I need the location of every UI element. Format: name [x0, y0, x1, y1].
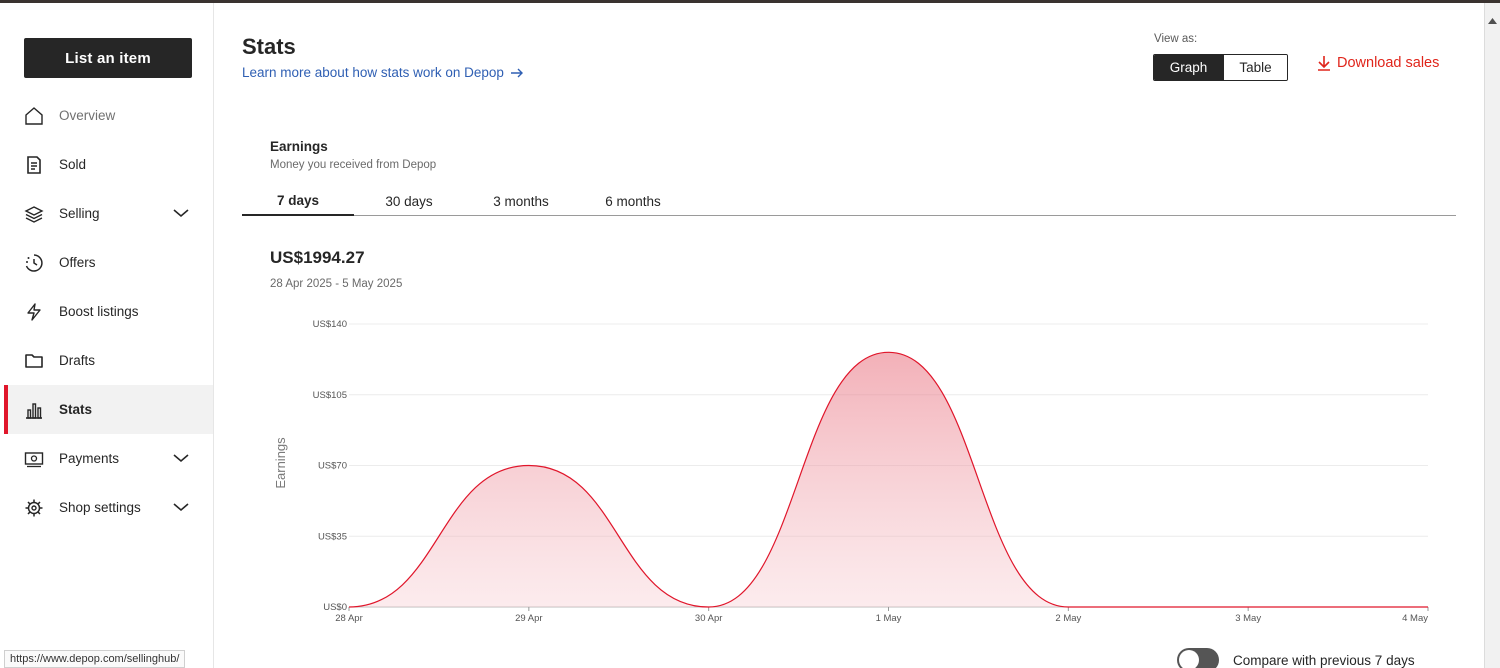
date-range: 28 Apr 2025 - 5 May 2025 [270, 278, 403, 290]
folder-icon [24, 351, 44, 371]
x-tick-label: 1 May [876, 613, 902, 624]
status-url: https://www.depop.com/sellinghub/ [4, 650, 186, 668]
lightning-icon [24, 302, 44, 322]
period-tabs: 7 days 30 days 3 months 6 months [242, 187, 1456, 216]
home-icon [24, 106, 44, 126]
arrow-right-icon [510, 68, 523, 77]
sidebar-item-label: Drafts [59, 353, 96, 368]
x-tick-label: 30 Apr [695, 613, 722, 624]
sidebar-item-label: Selling [59, 206, 100, 221]
sidebar-item-shop-settings[interactable]: Shop settings [4, 483, 213, 532]
sidebar-item-offers[interactable]: Offers [4, 238, 213, 287]
graph-view-button[interactable]: Graph [1154, 55, 1223, 80]
bar-chart-icon [24, 400, 44, 420]
earnings-total: US$1994.27 [270, 248, 365, 267]
table-view-button[interactable]: Table [1223, 55, 1287, 80]
x-tick-label: 28 Apr [335, 613, 362, 624]
sidebar-item-stats[interactable]: Stats [4, 385, 213, 434]
tab-3-months[interactable]: 3 months [474, 187, 568, 216]
download-sales-button[interactable]: Download sales [1316, 55, 1439, 71]
earnings-chart: US$0 US$35 US$70 US$105 US$140 28 Apr 29 Apr 3… [273, 319, 1429, 624]
y-tick-label: US$140 [313, 319, 347, 330]
sidebar-item-sold[interactable]: Sold [4, 140, 213, 189]
y-axis-label: Earnings [273, 437, 288, 489]
sidebar-item-drafts[interactable]: Drafts [4, 336, 213, 385]
banknote-icon [24, 449, 44, 469]
learn-more-link[interactable]: Learn more about how stats work on Depop [242, 65, 524, 80]
x-tick-label: 2 May [1055, 613, 1081, 624]
chevron-down-icon[interactable] [172, 498, 190, 516]
scroll-up-arrow-icon[interactable] [1488, 11, 1497, 31]
y-tick-label: US$70 [318, 461, 347, 472]
tab-6-months[interactable]: 6 months [586, 187, 680, 216]
view-toggle: Graph Table [1153, 54, 1288, 81]
page-title: Stats [242, 34, 296, 59]
sidebar-item-label: Shop settings [59, 500, 141, 515]
compare-switch[interactable] [1177, 648, 1219, 668]
y-tick-label: US$105 [313, 390, 347, 401]
tab-30-days[interactable]: 30 days [364, 187, 454, 216]
sidebar-item-label: Payments [59, 451, 120, 466]
receipt-icon [24, 155, 44, 175]
y-tick-label: US$0 [323, 602, 347, 613]
window-top-border [0, 0, 1500, 3]
y-tick-label: US$35 [318, 531, 347, 542]
sidebar-item-selling[interactable]: Selling [4, 189, 213, 238]
learn-more-label: Learn more about how stats work on Depop [242, 65, 504, 80]
view-as-label: View as: [1154, 33, 1198, 45]
layers-icon [24, 204, 44, 224]
gear-icon [24, 498, 44, 518]
sidebar-item-label: Stats [59, 402, 93, 417]
earnings-subtitle: Money you received from Depop [270, 159, 437, 171]
download-sales-label: Download sales [1337, 55, 1440, 71]
offers-clock-icon [24, 253, 44, 273]
compare-label: Compare with previous 7 days [1233, 652, 1415, 668]
download-icon [1318, 56, 1330, 71]
x-tick-label: 4 May [1402, 613, 1428, 624]
switch-knob [1179, 650, 1199, 668]
list-item-button[interactable]: List an item [24, 38, 192, 78]
compare-toggle-row: Compare with previous 7 days [1177, 648, 1415, 668]
chevron-down-icon[interactable] [172, 204, 190, 222]
x-tick-label: 3 May [1235, 613, 1261, 624]
sidebar-item-label: Offers [59, 255, 96, 270]
sidebar-item-payments[interactable]: Payments [4, 434, 213, 483]
sidebar-item-label: Sold [59, 157, 87, 172]
earnings-area [349, 352, 1428, 607]
sidebar-nav: Overview Sold Selling Offers Boost listi… [4, 91, 213, 532]
scrollbar[interactable] [1484, 3, 1500, 668]
sidebar-item-overview[interactable]: Overview [4, 91, 213, 140]
sidebar-item-boost-listings[interactable]: Boost listings [4, 287, 213, 336]
chevron-down-icon[interactable] [172, 449, 190, 467]
x-tick-label: 29 Apr [515, 613, 542, 624]
earnings-title: Earnings [270, 139, 328, 154]
sidebar: List an item Overview Sold Selling Offer… [4, 3, 214, 668]
sidebar-item-label: Overview [59, 108, 116, 123]
sidebar-item-label: Boost listings [59, 304, 139, 319]
tab-7-days[interactable]: 7 days [242, 187, 354, 216]
